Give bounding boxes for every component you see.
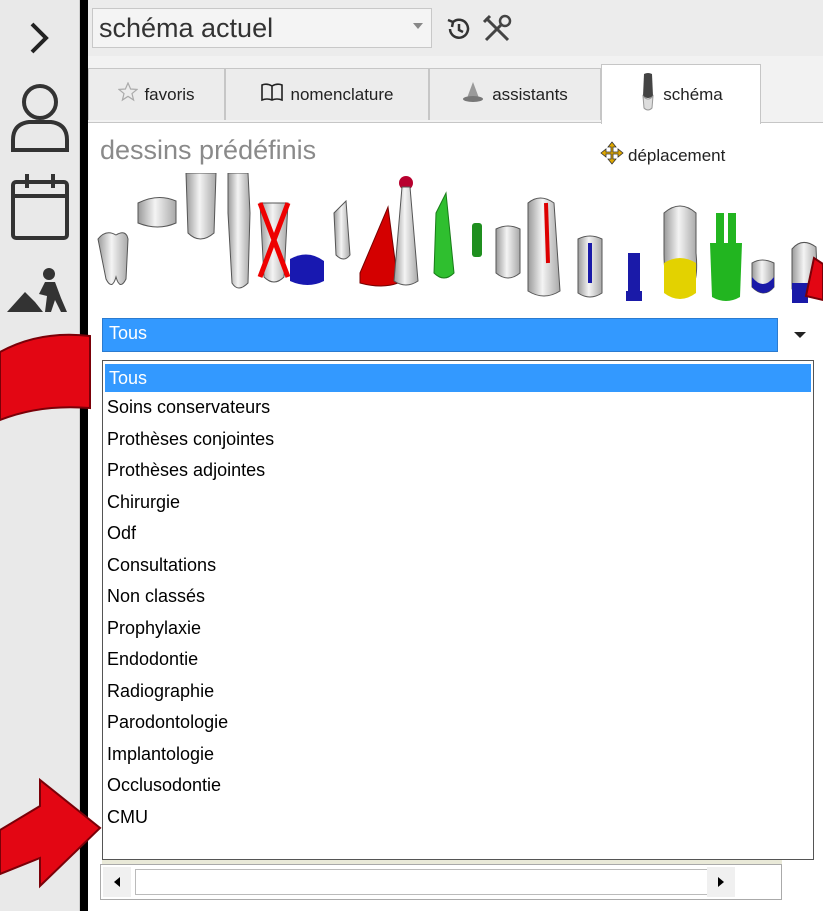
tooth-extraction-drawing: [257, 202, 291, 283]
tooth-molar-drawing: [97, 232, 129, 285]
scroll-right-button[interactable]: [707, 867, 735, 897]
dropdown-option[interactable]: Occlusodontie: [103, 770, 813, 802]
category-filter-value[interactable]: Tous: [102, 318, 778, 352]
dropdown-option[interactable]: Prothèses conjointes: [103, 424, 813, 456]
tooth-canal-drawing: [527, 197, 561, 297]
tab-label: favoris: [144, 84, 195, 104]
dropdown-option[interactable]: Chirurgie: [103, 487, 813, 519]
book-icon: [260, 82, 284, 107]
dropdown-option-tous[interactable]: Tous: [105, 364, 811, 392]
section-title: dessins prédéfinis: [100, 135, 317, 165]
schema-select-value: schéma actuel: [99, 13, 274, 43]
scrollbar-thumb[interactable]: [135, 869, 725, 895]
chevron-right-icon[interactable]: [0, 18, 80, 58]
tooth-green-bridge-drawing: [710, 213, 742, 301]
tooth-root-drawing: [185, 173, 217, 240]
tab-label: nomenclature: [290, 84, 394, 104]
tooth-canine-drawing: [333, 199, 351, 260]
left-rail: [0, 0, 80, 911]
chevron-down-icon: [413, 23, 423, 29]
move-button[interactable]: déplacement: [600, 141, 725, 170]
tab-favoris[interactable]: favoris: [88, 68, 225, 120]
tooth-blue-fill-drawing: [290, 254, 324, 285]
dropdown-option[interactable]: Odf: [103, 518, 813, 550]
tooth-implant-drawing: [472, 223, 482, 257]
dropdown-option[interactable]: Parodontologie: [103, 707, 813, 739]
dropdown-option[interactable]: Prophylaxie: [103, 613, 813, 645]
dropdown-option[interactable]: Implantologie: [103, 739, 813, 771]
toolbar: schéma actuel: [88, 0, 823, 56]
schema-select[interactable]: schéma actuel: [92, 8, 432, 48]
dropdown-option[interactable]: Endodontie: [103, 644, 813, 676]
category-dropdown-list[interactable]: Tous Soins conservateurs Prothèses conjo…: [102, 360, 814, 860]
dropdown-option[interactable]: Prothèses adjointes: [103, 455, 813, 487]
history-icon[interactable]: [444, 14, 474, 49]
tooth-pivot-drawing: [626, 253, 642, 301]
tab-assistants[interactable]: assistants: [429, 68, 601, 120]
tooth-red-crown-drawing: [359, 205, 399, 287]
star-icon: [117, 81, 139, 107]
calendar-icon[interactable]: [0, 170, 80, 242]
scroll-left-button[interactable]: [103, 867, 131, 897]
tooth-yellow-crown-drawing: [663, 205, 698, 299]
category-filter-select[interactable]: Tous: [102, 318, 818, 352]
move-label: déplacement: [628, 145, 726, 165]
tooth-partial-drawing: [791, 242, 819, 303]
move-icon: [600, 141, 624, 170]
dropdown-option[interactable]: Consultations: [103, 550, 813, 582]
user-icon[interactable]: [0, 80, 80, 154]
predefined-drawings-strip[interactable]: [88, 173, 823, 323]
horizontal-scrollbar[interactable]: [100, 864, 782, 900]
dropdown-option[interactable]: Non classés: [103, 581, 813, 613]
dropdown-option-cmu[interactable]: CMU: [103, 802, 813, 834]
dropdown-option[interactable]: Radiographie: [103, 676, 813, 708]
tab-nomenclature[interactable]: nomenclature: [225, 68, 429, 120]
dropdown-option[interactable]: Soins conservateurs: [103, 392, 813, 424]
worker-icon[interactable]: [0, 264, 80, 314]
tooth-premolar-drawing: [495, 225, 521, 279]
tools-icon[interactable]: [480, 12, 514, 51]
tooth-post-drawing: [577, 235, 603, 298]
tooth-crown-drawing: [137, 197, 177, 228]
tab-label: assistants: [492, 84, 568, 104]
tab-label: schéma: [663, 84, 723, 104]
tooth-icon: [639, 72, 657, 117]
wizard-hat-icon: [462, 80, 486, 109]
tooth-blue-crown-drawing: [751, 259, 775, 294]
chevron-down-icon[interactable]: [782, 318, 818, 352]
tooth-green-crown-drawing: [433, 191, 455, 279]
tooth-incisor-drawing: [227, 173, 251, 289]
tooth-pin-drawing: [393, 176, 419, 286]
tab-schema[interactable]: schéma: [601, 64, 761, 124]
tab-bar: favoris nomenclature assistants schéma: [88, 64, 823, 124]
